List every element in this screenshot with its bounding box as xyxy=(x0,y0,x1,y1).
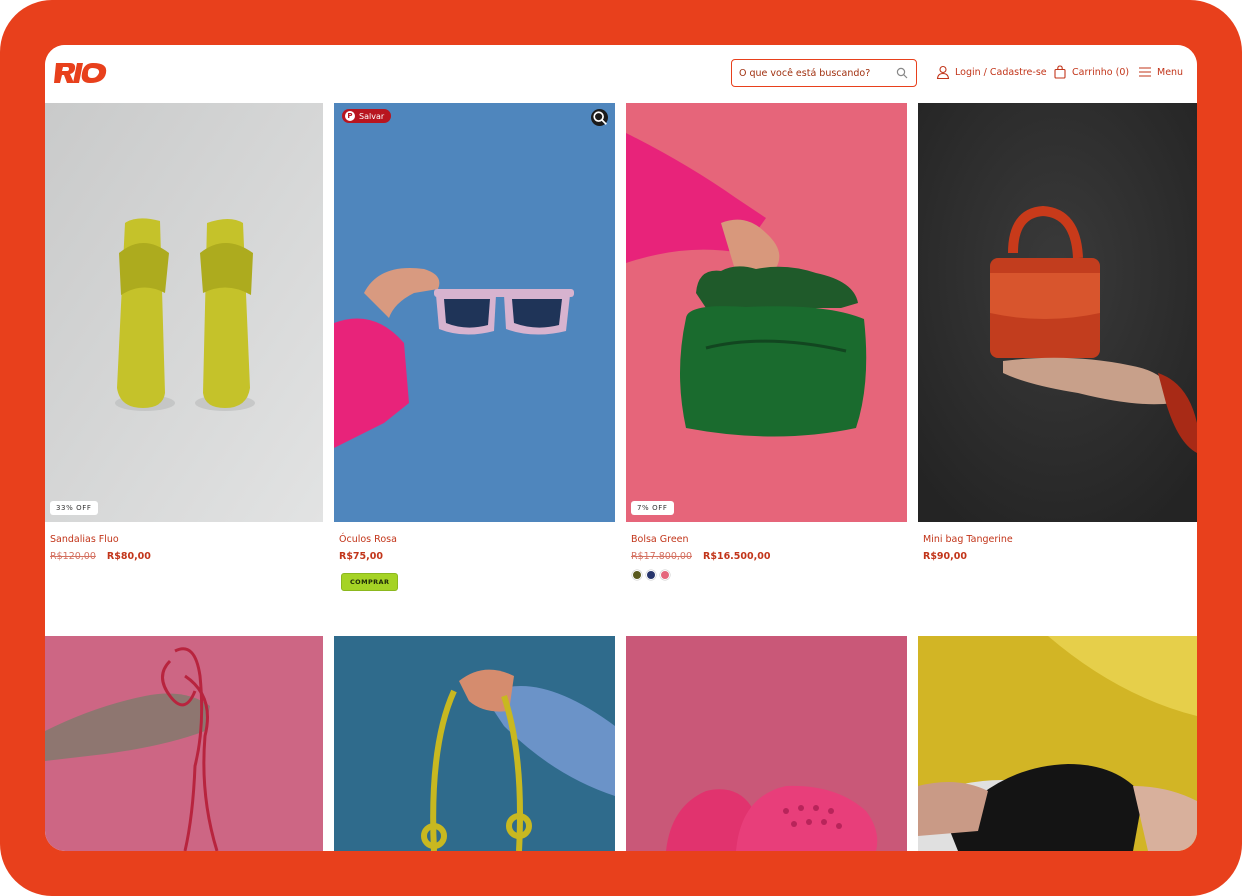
pink-cord-photo xyxy=(45,636,323,851)
cart-label: Carrinho (0) xyxy=(1072,66,1130,78)
color-swatches xyxy=(633,571,669,579)
search-box[interactable] xyxy=(731,59,917,87)
device-frame: Login / Cadastre-se Carrinho (0) Menu xyxy=(0,0,1242,896)
product-image[interactable] xyxy=(45,636,323,851)
hamburger-icon xyxy=(1139,67,1151,77)
product-image[interactable] xyxy=(918,103,1197,522)
product-name[interactable]: Mini bag Tangerine xyxy=(923,534,1013,545)
menu-label: Menu xyxy=(1157,66,1184,78)
login-label: Login / Cadastre-se xyxy=(955,66,1047,78)
swatch-pink[interactable] xyxy=(661,571,669,579)
product-name[interactable]: Sandalias Fluo xyxy=(50,534,119,545)
old-price: R$120,00 xyxy=(50,551,96,562)
product-card[interactable]: 33% OFF Sandalias Fluo R$120,00 R$80,00 xyxy=(45,103,323,593)
product-prices: R$90,00 xyxy=(923,551,967,562)
login-link[interactable]: Login / Cadastre-se xyxy=(936,65,1047,79)
product-card[interactable] xyxy=(918,636,1197,851)
shopping-bag-icon xyxy=(1054,65,1066,79)
product-image[interactable]: 7% OFF xyxy=(626,103,907,522)
visual-search-button[interactable] xyxy=(591,109,608,126)
lens-icon xyxy=(593,111,607,125)
yellow-rope-photo xyxy=(334,636,615,851)
product-prices: R$120,00 R$80,00 xyxy=(50,551,151,562)
green-bag-photo xyxy=(626,103,907,522)
product-card[interactable] xyxy=(334,636,615,851)
menu-button[interactable]: Menu xyxy=(1138,65,1183,79)
pink-clogs-photo xyxy=(626,636,907,851)
product-card[interactable] xyxy=(45,636,323,851)
product-card[interactable]: Mini bag Tangerine R$90,00 xyxy=(918,103,1197,593)
yellow-scene-photo xyxy=(918,636,1197,851)
cart-link[interactable]: Carrinho (0) xyxy=(1053,65,1129,79)
product-card[interactable]: 7% OFF Bolsa Green R$17.800,00 R$16.500,… xyxy=(626,103,907,593)
product-image[interactable] xyxy=(334,636,615,851)
product-image[interactable] xyxy=(626,636,907,851)
product-name[interactable]: Óculos Rosa xyxy=(339,534,397,545)
search-icon[interactable] xyxy=(896,67,908,79)
product-prices: R$17.800,00 R$16.500,00 xyxy=(631,551,770,562)
pinterest-icon: P xyxy=(345,111,355,121)
swatch-olive[interactable] xyxy=(633,571,641,579)
rio-logo[interactable] xyxy=(54,61,110,85)
price: R$75,00 xyxy=(339,551,383,562)
product-prices: R$75,00 xyxy=(339,551,383,562)
sunglasses-photo xyxy=(334,103,615,522)
product-image[interactable]: 33% OFF xyxy=(45,103,323,522)
product-image[interactable]: P Salvar xyxy=(334,103,615,522)
pinterest-save-button[interactable]: P Salvar xyxy=(342,109,392,123)
price: R$16.500,00 xyxy=(703,551,771,562)
price: R$90,00 xyxy=(923,551,967,562)
discount-badge: 7% OFF xyxy=(631,501,674,515)
browser-screen: Login / Cadastre-se Carrinho (0) Menu xyxy=(45,45,1197,851)
swatch-navy[interactable] xyxy=(647,571,655,579)
discount-badge: 33% OFF xyxy=(50,501,98,515)
product-image[interactable] xyxy=(918,636,1197,851)
orange-bag-photo xyxy=(918,103,1197,522)
product-card[interactable]: P Salvar Óculos Rosa R$75,00 COMPRAR xyxy=(334,103,615,593)
product-name[interactable]: Bolsa Green xyxy=(631,534,689,545)
save-label: Salvar xyxy=(359,111,385,121)
user-icon xyxy=(936,65,950,79)
site-header: Login / Cadastre-se Carrinho (0) Menu xyxy=(45,45,1197,103)
buy-button[interactable]: COMPRAR xyxy=(341,573,399,591)
old-price: R$17.800,00 xyxy=(631,551,692,562)
search-input[interactable] xyxy=(732,67,889,79)
sandals-photo xyxy=(45,103,323,522)
price: R$80,00 xyxy=(106,551,151,562)
product-card[interactable] xyxy=(626,636,907,851)
